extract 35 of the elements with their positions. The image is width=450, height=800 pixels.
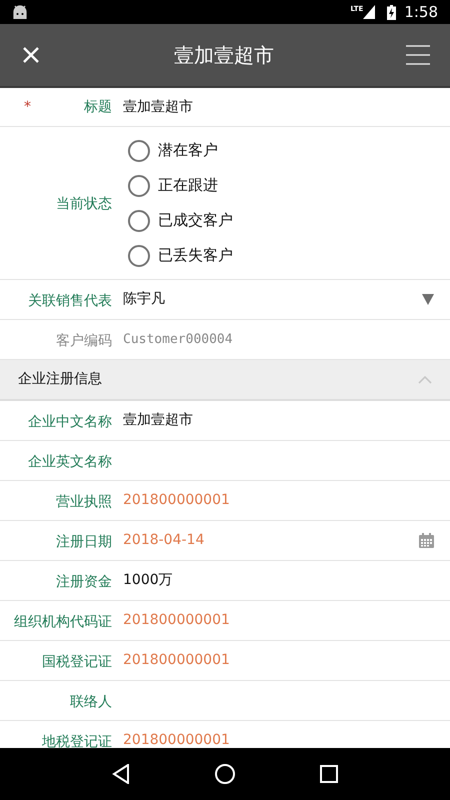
field-label: 企业英文名称 bbox=[28, 454, 112, 470]
field-value[interactable]: 1000万 bbox=[123, 570, 173, 591]
field-label: 注册日期 bbox=[56, 534, 112, 550]
section-header[interactable]: 企业注册信息 bbox=[0, 360, 450, 401]
field-value[interactable]: 陈宇凡 bbox=[123, 289, 165, 310]
recents-icon[interactable] bbox=[320, 765, 338, 783]
home-icon[interactable] bbox=[214, 764, 235, 784]
field-label: 注册资金 bbox=[56, 574, 112, 590]
field-label: 地税登记证 bbox=[42, 734, 112, 748]
field-label: 标题 bbox=[84, 98, 112, 116]
radio-option[interactable]: 潜在客户 bbox=[128, 140, 233, 162]
battery-icon bbox=[387, 4, 396, 20]
radio-option[interactable]: 已丢失客户 bbox=[128, 244, 233, 266]
window-title: 壹加壹超市 bbox=[173, 42, 275, 69]
field-label: 关联销售代表 bbox=[28, 292, 112, 308]
field-value[interactable]: 壹加壹超市 bbox=[123, 410, 193, 431]
required-mark: * bbox=[24, 98, 31, 116]
section-title: 企业注册信息 bbox=[18, 370, 102, 389]
radio-option[interactable]: 正在跟进 bbox=[128, 174, 233, 196]
field-label: 营业执照 bbox=[56, 494, 112, 510]
signal-icon bbox=[363, 5, 376, 19]
calendar-icon[interactable] bbox=[419, 533, 434, 548]
menu-button[interactable] bbox=[406, 45, 430, 65]
field-label: 国税登记证 bbox=[42, 654, 112, 670]
field-label: 组织机构代码证 bbox=[14, 614, 112, 630]
back-icon[interactable] bbox=[112, 764, 130, 784]
android-icon bbox=[12, 5, 28, 19]
field-label: 当前状态 bbox=[56, 196, 112, 212]
field-label: 客户编码 bbox=[56, 332, 112, 348]
radio-option[interactable]: 已成交客户 bbox=[128, 210, 233, 232]
field-value[interactable]: 壹加壹超市 bbox=[120, 96, 193, 118]
dropdown-caret-icon[interactable] bbox=[422, 294, 434, 305]
field-label: 企业中文名称 bbox=[28, 414, 112, 430]
field-label: 联络人 bbox=[70, 694, 112, 710]
clock-time: 1:58 bbox=[404, 2, 438, 23]
